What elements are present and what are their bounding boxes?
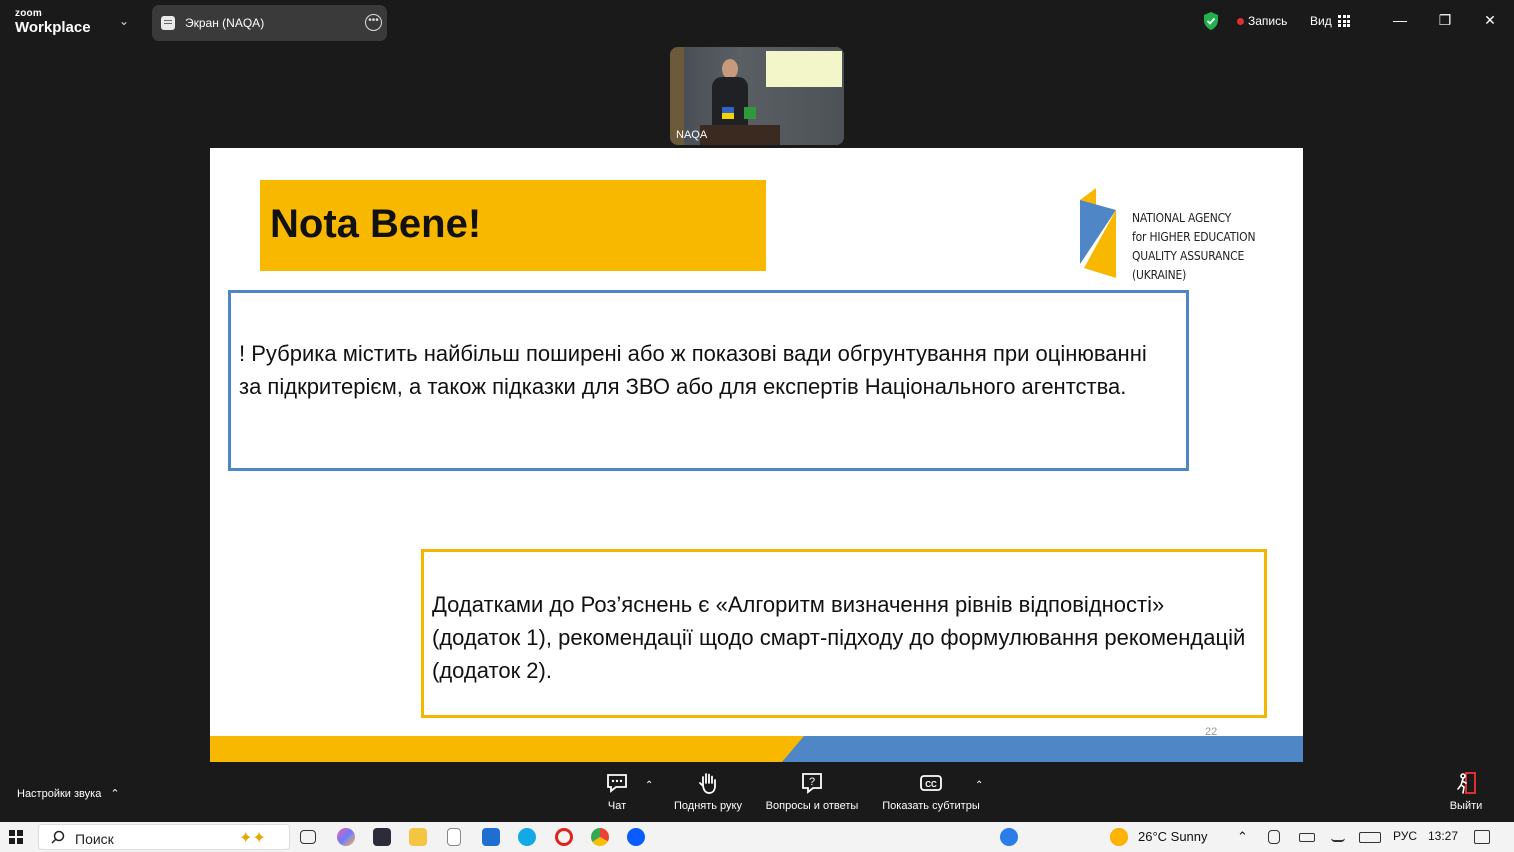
copilot-app-icon[interactable] xyxy=(337,828,355,846)
opera-icon[interactable] xyxy=(555,828,573,846)
grid-view-icon[interactable] xyxy=(1338,15,1350,27)
battery-icon[interactable] xyxy=(1299,833,1315,842)
audio-settings-button[interactable]: Настройки звука ⌃ xyxy=(17,787,120,800)
copilot-sparkle-icon[interactable]: ✦✦ xyxy=(239,828,266,848)
recording-indicator-icon xyxy=(1237,18,1244,25)
task-view-icon[interactable] xyxy=(300,830,316,844)
appendix-note-box: Додатками до Роз’яснень є «Алгоритм визн… xyxy=(421,549,1267,718)
file-explorer-icon[interactable] xyxy=(409,828,427,846)
captions-label: Показать субтитры xyxy=(882,800,980,812)
agency-name-line: NATIONAL AGENCY xyxy=(1132,210,1232,225)
closed-captions-icon: CC xyxy=(920,775,942,791)
shared-slide: Nota Bene! NATIONAL AGENCY for HIGHER ED… xyxy=(210,148,1303,762)
agency-name-line: QUALITY ASSURANCE xyxy=(1132,248,1245,263)
terminal-icon[interactable] xyxy=(373,828,391,846)
rubric-note-box: ! Рубрика містить найбільш поширені або … xyxy=(228,290,1189,471)
notifications-icon[interactable] xyxy=(1474,830,1490,844)
pen-icon[interactable] xyxy=(1331,828,1345,842)
captions-options-chevron-up-icon[interactable]: ⌃ xyxy=(975,780,983,791)
weather-label[interactable]: 26°C Sunny xyxy=(1138,829,1208,844)
agency-name-line: for HIGHER EDUCATION xyxy=(1132,229,1256,244)
footer-stripe-blue xyxy=(782,736,1303,762)
raise-hand-label: Поднять руку xyxy=(674,800,742,812)
chat-icon xyxy=(607,774,627,793)
restore-icon[interactable]: ❐ xyxy=(1433,8,1457,32)
keyboard-icon[interactable] xyxy=(1359,832,1381,843)
chrome-icon[interactable] xyxy=(591,828,609,846)
chat-label: Чат xyxy=(607,800,627,812)
chat-options-chevron-up-icon[interactable]: ⌃ xyxy=(645,780,653,791)
chevron-down-icon[interactable]: ⌄ xyxy=(119,14,129,28)
meeting-toolbar: Настройки звука ⌃ Чат ⌃ Поднять руку ? В… xyxy=(0,762,1514,822)
windows-taskbar: Поиск ✦✦ 26°C Sunny ⌃ РУС 13:27 xyxy=(0,822,1514,852)
screen-share-tab-label: Экран (NAQA) xyxy=(185,16,265,30)
security-shield-icon[interactable] xyxy=(1202,11,1220,31)
input-language[interactable]: РУС xyxy=(1393,829,1417,843)
windows-start-icon[interactable] xyxy=(9,830,23,844)
zoom-window: zoom Workplace ⌄ Экран (NAQA) ••• Запись… xyxy=(0,0,1514,852)
agency-name: NATIONAL AGENCY for HIGHER EDUCATION QUA… xyxy=(1132,208,1255,284)
brand-small-label: zoom xyxy=(15,8,42,19)
view-button-label[interactable]: Вид xyxy=(1310,14,1332,28)
participant-name: NAQA xyxy=(676,129,708,141)
chat-button[interactable]: Чат xyxy=(600,770,634,812)
rubric-note-text: ! Рубрика містить найбільш поширені або … xyxy=(239,341,1147,399)
raise-hand-button[interactable]: Поднять руку xyxy=(666,770,750,812)
outlook-icon[interactable] xyxy=(482,828,500,846)
help-badge-icon[interactable] xyxy=(1000,828,1018,846)
captions-button[interactable]: CC Показать субтитры xyxy=(876,770,986,812)
green-flag-icon xyxy=(744,107,756,119)
taskbar-search-box[interactable]: Поиск ✦✦ xyxy=(38,824,290,850)
slide-heading-banner: Nota Bene! xyxy=(260,180,766,271)
minimize-icon[interactable]: — xyxy=(1388,8,1412,32)
appendix-note-text: Додатками до Роз’яснень є «Алгоритм визн… xyxy=(432,592,1246,683)
brand-name-label: Workplace xyxy=(15,19,91,36)
naqa-logo-icon xyxy=(1080,188,1116,278)
qa-label: Вопросы и ответы xyxy=(765,800,859,812)
audio-settings-label: Настройки звука xyxy=(17,788,102,800)
slide-heading: Nota Bene! xyxy=(270,202,482,246)
screen-share-tab[interactable]: Экран (NAQA) ••• xyxy=(152,5,387,41)
svg-text:CC: CC xyxy=(925,780,937,789)
zoom-taskbar-icon[interactable] xyxy=(627,828,645,846)
title-bar: zoom Workplace ⌄ Экран (NAQA) ••• Запись… xyxy=(0,0,1514,44)
search-placeholder: Поиск xyxy=(75,831,114,847)
sunny-weather-icon[interactable] xyxy=(1110,828,1128,846)
close-icon[interactable]: ✕ xyxy=(1478,8,1502,32)
recording-label[interactable]: Запись xyxy=(1248,14,1287,28)
more-options-icon[interactable]: ••• xyxy=(365,14,382,31)
leave-icon xyxy=(1457,772,1476,794)
tray-overflow-chevron-icon[interactable]: ⌃ xyxy=(1237,829,1248,845)
leave-button[interactable]: Выйти xyxy=(1444,770,1488,812)
device-icon[interactable] xyxy=(1268,830,1280,844)
skype-icon[interactable] xyxy=(518,828,536,846)
zoom-workplace-logo[interactable]: zoom Workplace xyxy=(15,8,91,36)
svg-text:?: ? xyxy=(809,776,815,788)
podium xyxy=(700,125,780,145)
participant-video[interactable]: NAQA xyxy=(670,47,844,145)
screen-share-icon xyxy=(161,16,175,30)
qa-icon: ? xyxy=(802,773,822,794)
search-icon xyxy=(51,830,65,844)
raise-hand-icon xyxy=(699,773,716,794)
chevron-up-icon[interactable]: ⌃ xyxy=(110,788,119,800)
notepad-icon[interactable] xyxy=(447,828,461,846)
agency-name-line: (UKRAINE) xyxy=(1132,267,1187,282)
clock-time[interactable]: 13:27 xyxy=(1428,829,1458,843)
projector-screen xyxy=(766,51,842,87)
qa-button[interactable]: ? Вопросы и ответы xyxy=(760,770,864,812)
ukraine-flag-icon xyxy=(722,107,734,119)
leave-label: Выйти xyxy=(1449,800,1483,812)
